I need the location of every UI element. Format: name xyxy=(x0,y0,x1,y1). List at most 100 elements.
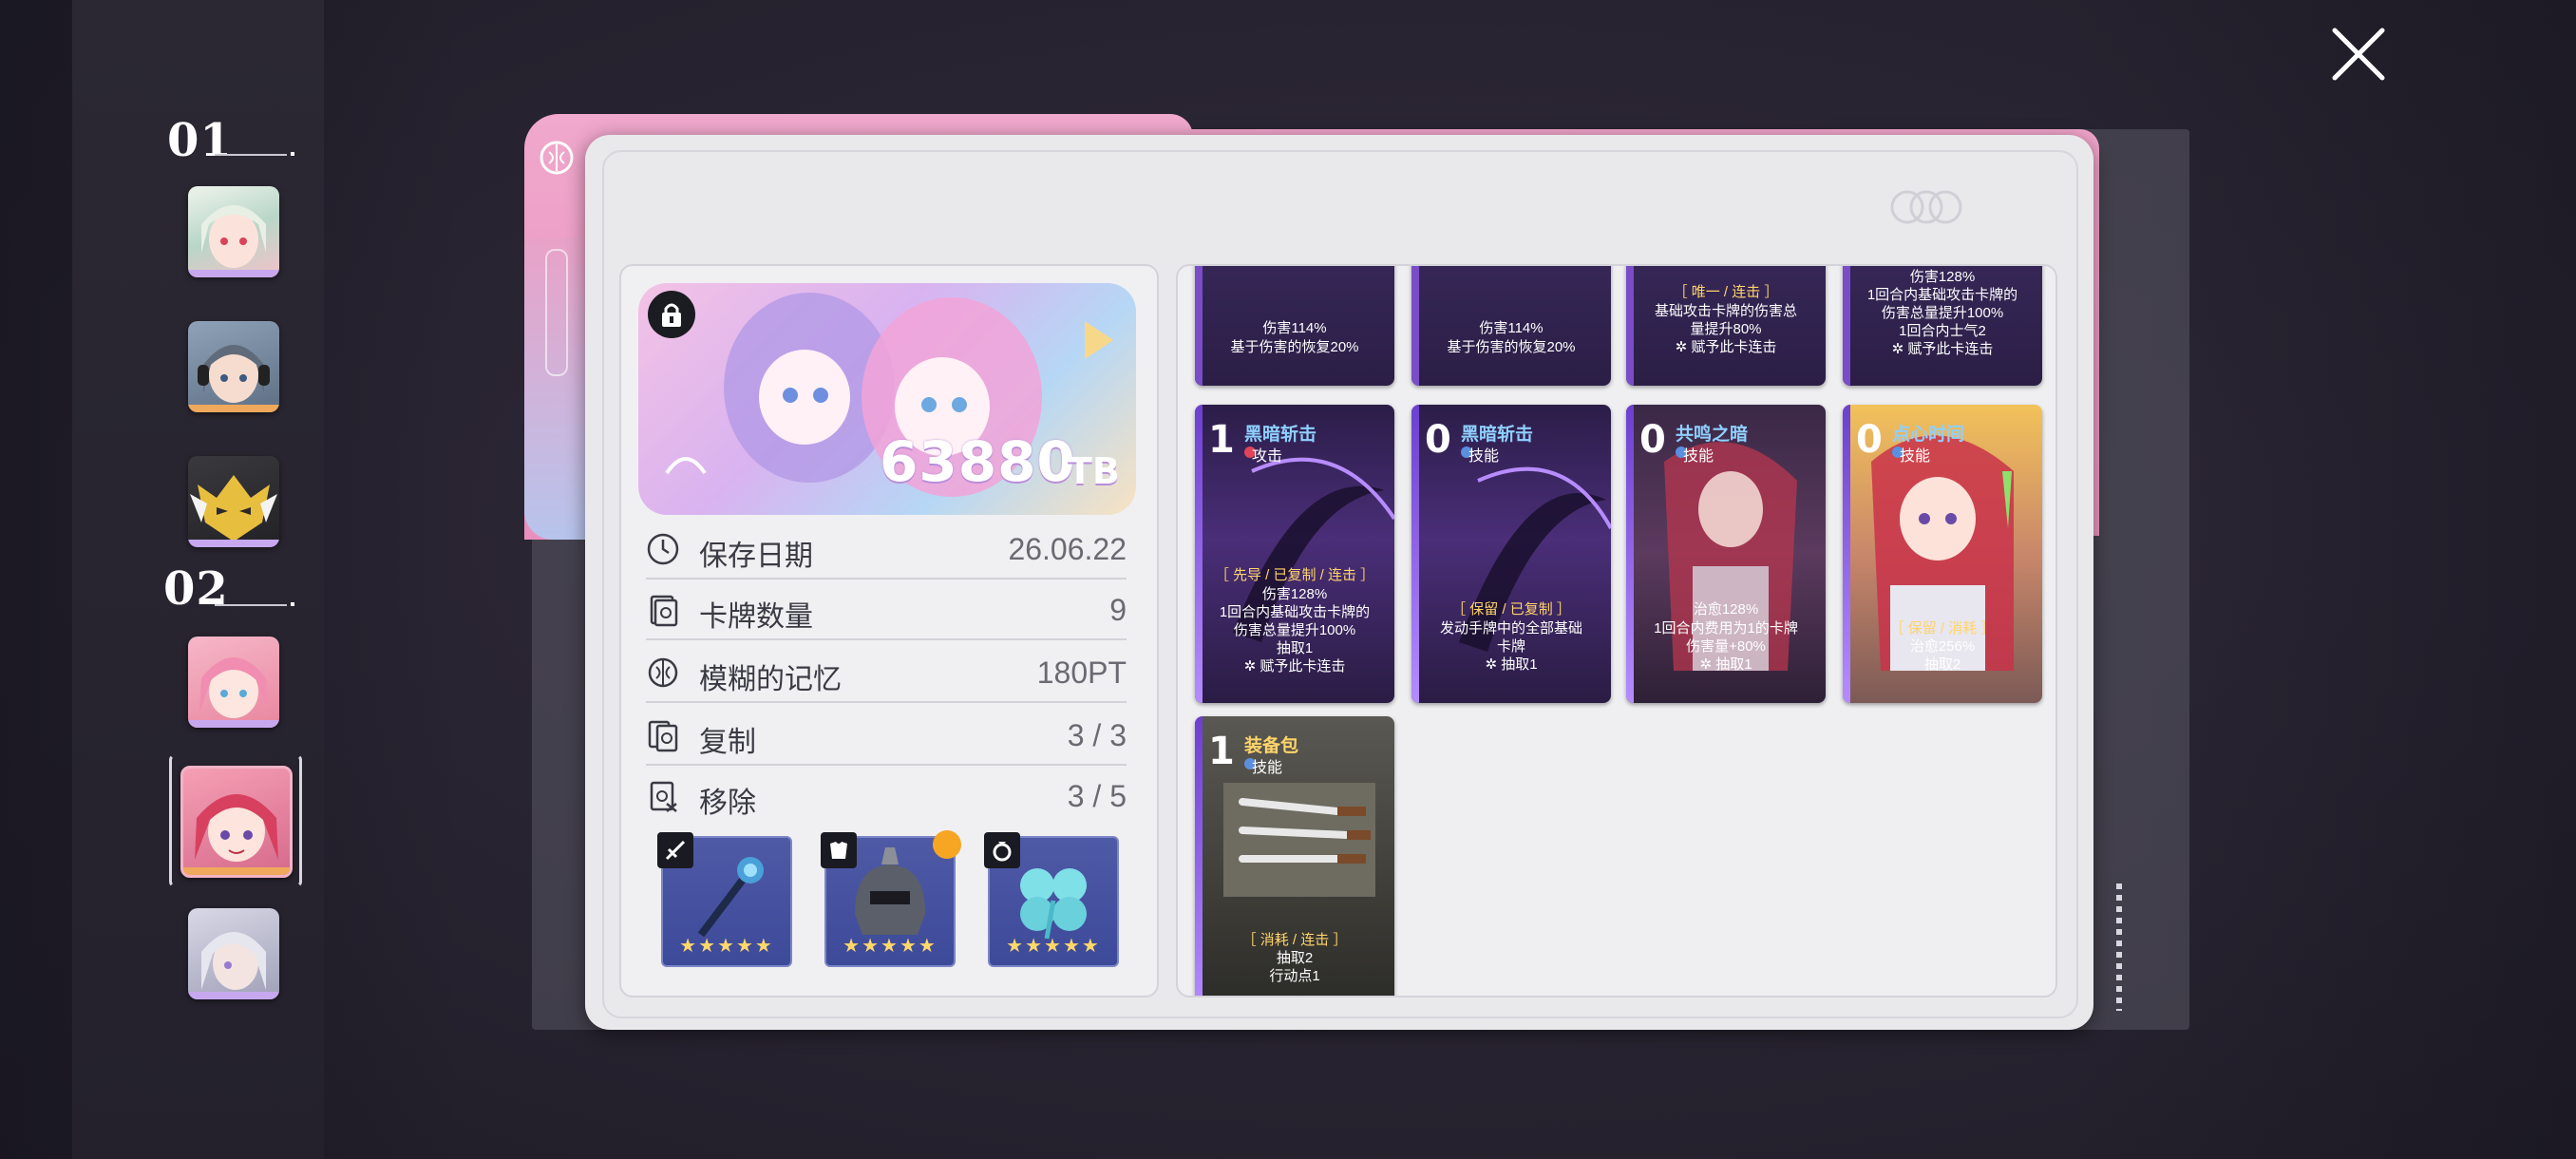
card-text-line: 伤害114% xyxy=(1479,320,1544,336)
card-type: 攻击 xyxy=(1252,448,1283,465)
deck-value: 63880 xyxy=(880,429,1076,494)
card-cost: 0 xyxy=(1856,418,1883,462)
info-row-memory: 模糊的记忆 180PT xyxy=(646,644,1127,703)
equipment-slot-armor[interactable]: ★★★★★ xyxy=(821,830,961,967)
lock-icon[interactable] xyxy=(648,291,695,338)
card-text-line: 伤害总量提升100% xyxy=(1881,305,2004,321)
character-face-icon xyxy=(201,932,266,990)
card-tag: ［ 保留 / 已复制 ］ xyxy=(1451,601,1571,618)
card-text-line: 抽取2 xyxy=(1276,950,1314,966)
clock-icon xyxy=(646,532,680,566)
brain-icon xyxy=(538,139,576,177)
card-text-line: 基础攻击卡牌的伤害总 xyxy=(1654,303,1797,319)
card-name: 黑暗斩击 xyxy=(1244,425,1317,445)
card-text-line: 伤害128% xyxy=(1909,269,1976,285)
rings-logo xyxy=(1888,188,1964,231)
card-icon xyxy=(646,593,680,627)
info-label: 移除 xyxy=(699,788,756,819)
portrait-white-hair-girl[interactable] xyxy=(188,186,279,277)
group-divider xyxy=(215,604,287,606)
staff-icon xyxy=(697,857,764,938)
card-text-line: ✲ 抽取1 xyxy=(1699,656,1752,673)
deck-value-unit: TB xyxy=(1068,450,1120,492)
portrait-rarity-bar xyxy=(183,867,290,875)
character-face-icon xyxy=(195,794,278,862)
info-row-save-date: 保存日期 26.06.22 xyxy=(646,521,1127,580)
copy-icon xyxy=(646,718,680,752)
portrait-red-hair-girl[interactable] xyxy=(180,766,293,878)
decorative-tab-bar xyxy=(545,249,568,376)
card-equipment-pack[interactable]: 1 装备包 技能 ［ 消耗 / 连击 ］ 抽取2 行动点1 xyxy=(1195,716,1394,996)
card-cost: 1 xyxy=(1208,418,1235,462)
card-text-line: 抽取2 xyxy=(1923,656,1961,673)
card-text-line: 卡牌 xyxy=(1496,638,1525,655)
remove-card-icon xyxy=(646,779,680,813)
card-item[interactable]: 伤害114% 基于伤害的恢复20% xyxy=(1411,266,1611,386)
card-text-line: 伤害量+80% xyxy=(1686,638,1766,655)
card-tag: ［ 先导 / 已复制 / 连击 ］ xyxy=(1214,567,1375,583)
card-text-line: 1回合内基础攻击卡牌的 xyxy=(1866,287,2018,303)
info-value: 180PT xyxy=(1036,656,1127,690)
card-item[interactable]: 伤害114% 基于伤害的恢复20% xyxy=(1195,266,1394,386)
portrait-headphone-girl[interactable] xyxy=(188,321,279,412)
group-label-02: 02 xyxy=(163,562,229,616)
card-text-line: 治愈256% xyxy=(1909,638,1976,655)
info-row-remove: 移除 3 / 5 xyxy=(646,768,1127,825)
card-cost: 1 xyxy=(1208,730,1235,773)
card-resonance-dark[interactable]: 0 共鸣之暗 技能 治愈128% 1回合内费用为1的卡牌 伤害量+80% ✲ 抽… xyxy=(1626,405,1826,703)
portrait-rarity-bar xyxy=(188,270,279,277)
portrait-silver-hair-girl[interactable] xyxy=(188,908,279,999)
card-text-line: 1回合内费用为1的卡牌 xyxy=(1654,620,1798,636)
info-label: 卡牌数量 xyxy=(699,601,813,633)
card-text-line: 伤害总量提升100% xyxy=(1233,622,1356,638)
card-edge xyxy=(1843,266,1850,386)
close-button[interactable] xyxy=(2329,25,2388,84)
clover-icon xyxy=(1020,868,1087,940)
scroll-indicator[interactable] xyxy=(2116,884,2122,1011)
info-value: 3 / 5 xyxy=(1067,779,1127,813)
helmet-icon xyxy=(855,847,925,935)
card-edge xyxy=(1626,266,1634,386)
card-text-line: ✲ 赋予此卡连击 xyxy=(1243,658,1346,674)
card-tag: ［ 唯一 / 连击 ］ xyxy=(1673,284,1779,300)
character-face-icon xyxy=(199,657,268,718)
equipment-stars: ★★★★★ xyxy=(843,936,938,957)
info-label: 保存日期 xyxy=(699,541,813,572)
equipment-slot-weapon[interactable]: ★★★★★ xyxy=(657,832,792,967)
card-edge xyxy=(1411,266,1419,386)
card-edge xyxy=(1195,266,1203,386)
card-item[interactable]: 伤害128% 1回合内基础攻击卡牌的 伤害总量提升100% 1回合内士气2 ✲ … xyxy=(1843,266,2042,386)
info-label: 模糊的记忆 xyxy=(699,664,842,695)
card-cost: 0 xyxy=(1639,418,1666,462)
card-text-line: ✲ 赋予此卡连击 xyxy=(1891,341,1994,357)
card-dark-slash-skill[interactable]: 0 黑暗斩击 技能 ［ 保留 / 已复制 ］ 发动手牌中的全部基础 卡牌 ✲ 抽… xyxy=(1411,405,1611,703)
card-dark-slash[interactable]: 1 黑暗斩击 攻击 ［ 先导 / 已复制 / 连击 ］ 伤害128% 1回合内基… xyxy=(1195,405,1394,703)
card-text-line: 抽取1 xyxy=(1276,640,1314,656)
card-text-line: 基于伤害的恢复20% xyxy=(1447,339,1576,355)
equipment-stars: ★★★★★ xyxy=(1006,936,1101,957)
card-text-line: 行动点1 xyxy=(1269,968,1320,984)
card-text-line: 基于伤害的恢复20% xyxy=(1230,339,1359,355)
card-text-line: 1回合内基础攻击卡牌的 xyxy=(1219,604,1371,620)
card-type: 技能 xyxy=(1683,448,1714,465)
brain-icon xyxy=(646,656,680,690)
group-divider-dot xyxy=(291,602,294,606)
portrait-gold-mask[interactable] xyxy=(188,456,279,547)
info-label: 复制 xyxy=(699,727,756,758)
card-text-line: 量提升80% xyxy=(1690,321,1762,337)
card-text-line: 治愈128% xyxy=(1693,601,1759,618)
character-face-icon xyxy=(198,345,270,403)
card-name: 装备包 xyxy=(1244,736,1299,756)
card-name: 共鸣之暗 xyxy=(1676,425,1749,445)
equipment-slot-accessory[interactable]: ★★★★★ xyxy=(984,832,1119,967)
portrait-rarity-bar xyxy=(188,992,279,999)
card-type: 技能 xyxy=(1252,760,1283,776)
portrait-rarity-bar xyxy=(188,720,279,728)
card-snack-time[interactable]: 0 点心时间 技能 ［ 保留 / 消耗 ］ 治愈256% 抽取2 xyxy=(1843,405,2042,703)
card-type: 技能 xyxy=(1900,448,1931,465)
card-name: 点心时间 xyxy=(1892,425,1965,445)
card-text-line: 发动手牌中的全部基础 xyxy=(1439,620,1582,636)
card-name: 黑暗斩击 xyxy=(1461,425,1534,445)
card-item[interactable]: ［ 唯一 / 连击 ］ 基础攻击卡牌的伤害总 量提升80% ✲ 赋予此卡连击 xyxy=(1626,266,1826,386)
portrait-pink-hair-girl[interactable] xyxy=(188,636,279,728)
